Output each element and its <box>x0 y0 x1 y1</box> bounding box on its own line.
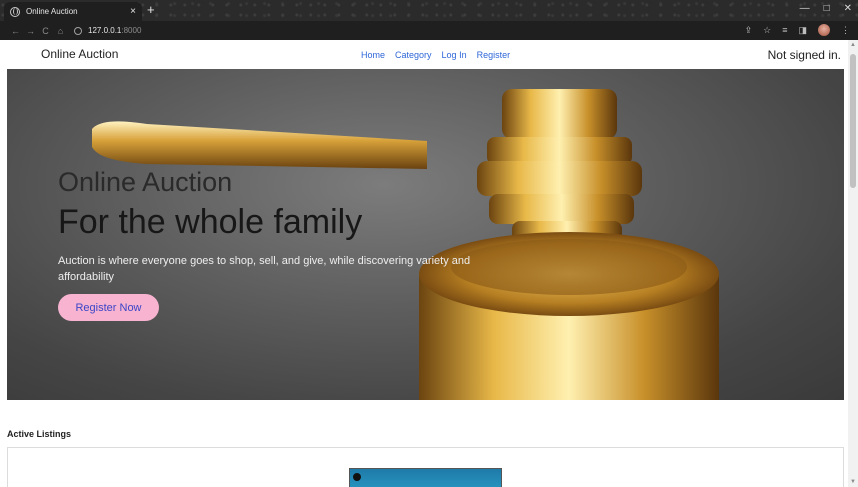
toolbar-actions: ⇪ ☆ ≡ ◨ ⋮ <box>745 24 850 36</box>
listing-card[interactable] <box>7 447 844 487</box>
nav-link-login[interactable]: Log In <box>442 50 467 60</box>
close-window-icon[interactable]: ✕ <box>844 3 852 14</box>
info-icon[interactable] <box>74 26 82 35</box>
hero-title: For the whole family <box>58 203 363 241</box>
hero-banner: Online Auction For the whole family Auct… <box>7 69 844 400</box>
scroll-down-icon[interactable]: ▼ <box>850 479 856 485</box>
hero-subtitle: Online Auction <box>58 167 233 197</box>
nav-link-category[interactable]: Category <box>395 50 432 60</box>
site-brand[interactable]: Online Auction <box>41 47 118 61</box>
register-now-button[interactable]: Register Now <box>58 294 159 321</box>
window-controls: — □ ✕ <box>800 3 852 14</box>
address-bar[interactable]: 127.0.0.1 :8000 <box>74 26 141 35</box>
nav-link-home[interactable]: Home <box>361 50 385 60</box>
browser-tabstrip: Online Auction × + — □ ✕ <box>0 0 858 21</box>
nav-links: Home Category Log In Register <box>361 50 510 60</box>
minimize-icon[interactable]: — <box>800 3 810 14</box>
scroll-thumb[interactable] <box>850 54 856 188</box>
reload-icon[interactable]: C <box>38 26 53 36</box>
share-icon[interactable]: ⇪ <box>745 25 753 36</box>
back-icon[interactable]: ← <box>8 26 23 36</box>
new-tab-button[interactable]: + <box>147 3 155 16</box>
url-host: 127.0.0.1 <box>88 26 122 35</box>
menu-icon[interactable]: ⋮ <box>841 25 850 36</box>
listing-image[interactable] <box>349 468 502 487</box>
tab-title: Online Auction <box>26 7 78 16</box>
maximize-icon[interactable]: □ <box>824 3 830 14</box>
reading-list-icon[interactable]: ≡ <box>782 25 787 35</box>
active-listings-heading: Active Listings <box>7 429 72 439</box>
page-scrollbar[interactable]: ▲ ▼ <box>848 40 858 487</box>
nav-link-register[interactable]: Register <box>477 50 511 60</box>
hero-description: Auction is where everyone goes to shop, … <box>58 255 471 283</box>
globe-icon <box>10 6 20 17</box>
close-tab-icon[interactable]: × <box>130 6 136 17</box>
browser-toolbar: ← → C ⌂ 127.0.0.1 :8000 ⇪ ☆ ≡ ◨ ⋮ <box>0 21 858 40</box>
forward-icon[interactable]: → <box>23 26 38 36</box>
home-icon[interactable]: ⌂ <box>53 26 68 36</box>
site-navbar: Online Auction Home Category Log In Regi… <box>0 40 848 69</box>
profile-avatar[interactable] <box>818 24 830 36</box>
scroll-up-icon[interactable]: ▲ <box>850 42 856 48</box>
side-panel-icon[interactable]: ◨ <box>798 25 807 36</box>
url-port: :8000 <box>121 26 142 35</box>
bookmark-star-icon[interactable]: ☆ <box>763 25 771 36</box>
browser-tab[interactable]: Online Auction × <box>4 2 142 21</box>
signin-status: Not signed in. <box>767 48 841 62</box>
page-content: Online Auction Home Category Log In Regi… <box>0 40 848 487</box>
